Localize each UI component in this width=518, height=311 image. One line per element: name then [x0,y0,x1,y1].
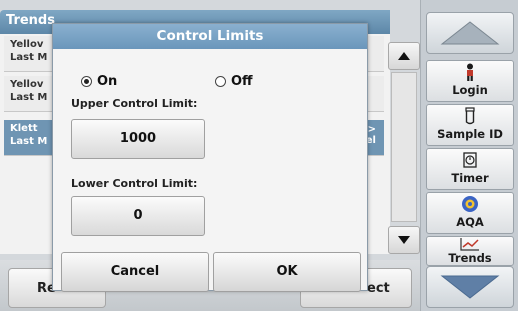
ok-button[interactable]: OK [213,252,361,292]
aqa-button[interactable]: AQA [426,192,514,234]
triangle-down-icon [398,236,410,244]
list-scrollbar[interactable] [388,42,420,256]
radio-off[interactable]: Off [215,74,253,89]
bottom-right-label: ect [367,280,390,296]
screen-title: Trends [6,13,55,28]
control-limits-dialog: Control Limits On Off Upper Control Limi… [52,23,368,292]
aqa-icon [427,195,513,215]
radio-on-indicator [81,76,92,87]
screen: Trends Yellov Last M Yellov Last M Klett… [0,0,518,311]
lower-limit-input[interactable]: 0 [71,196,205,236]
upper-limit-input[interactable]: 1000 [71,119,205,159]
sample-id-label: Sample ID [437,127,503,141]
person-icon [427,63,513,83]
timer-button[interactable]: Timer [426,148,514,190]
scroll-down-button[interactable] [388,226,420,254]
trend-chart-icon [427,237,513,251]
sample-vial-icon [427,107,513,127]
cancel-button[interactable]: Cancel [61,252,209,292]
nav-down-button[interactable] [426,266,514,308]
timer-icon [427,151,513,171]
login-button[interactable]: Login [426,60,514,102]
scroll-track[interactable] [391,72,417,222]
timer-label: Timer [451,171,489,185]
radio-on-label: On [97,74,118,89]
triangle-up-icon [398,52,410,60]
radio-off-label: Off [231,74,253,89]
aqa-label: AQA [456,215,484,229]
arrow-down-icon [440,275,500,299]
sample-id-button[interactable]: Sample ID [426,104,514,146]
sidebar: Login Sample ID Timer AQA Trends [420,0,518,311]
arrow-up-icon [440,21,500,45]
login-label: Login [452,83,488,97]
scroll-up-button[interactable] [388,42,420,70]
trends-button[interactable]: Trends [426,236,514,266]
nav-up-button[interactable] [426,12,514,54]
upper-limit-label: Upper Control Limit: [71,97,198,110]
lower-limit-label: Lower Control Limit: [71,177,198,190]
radio-on[interactable]: On [81,74,117,89]
dialog-title: Control Limits [53,24,367,49]
trends-label: Trends [448,251,492,265]
radio-off-indicator [215,76,226,87]
